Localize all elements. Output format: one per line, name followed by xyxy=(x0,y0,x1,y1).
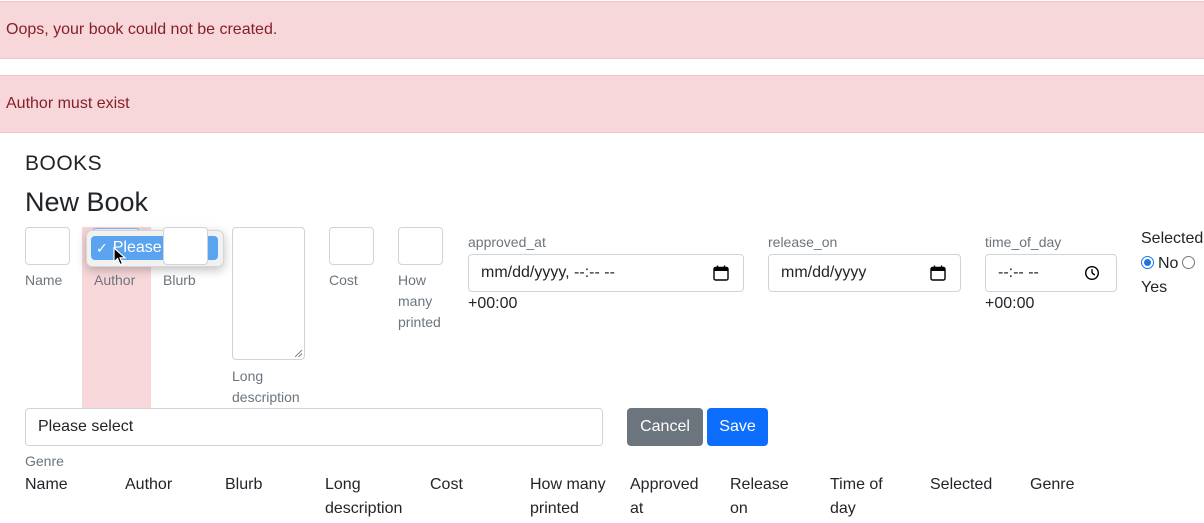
selected-yes-label: Yes xyxy=(1141,279,1168,296)
selected-yes-radio[interactable] xyxy=(1182,256,1195,269)
table-header-blurb: Blurb xyxy=(225,476,263,493)
genre-label: Genre xyxy=(25,453,64,469)
table-header-long-description: Long description xyxy=(325,476,403,517)
table-header-approved-at: Approved at xyxy=(630,476,699,517)
table-header-time-of-day: Time of day xyxy=(830,476,883,517)
selected-no-label: No xyxy=(1158,255,1179,272)
calendar-icon[interactable] xyxy=(930,265,946,281)
how-many-printed-input[interactable] xyxy=(398,227,443,265)
cost-label: Cost xyxy=(329,272,358,288)
selected-no-radio[interactable] xyxy=(1141,256,1154,269)
name-label: Name xyxy=(25,272,63,288)
time-of-day-timezone: +00:00 xyxy=(985,295,1035,312)
approved-at-input[interactable]: mm/dd/yyyy, --:-- -- xyxy=(468,254,744,292)
resize-grip-icon[interactable] xyxy=(295,350,302,357)
error-alert: Oops, your book could not be created. xyxy=(0,1,1204,59)
cancel-button[interactable]: Cancel xyxy=(627,408,703,446)
how-many-printed-label: How many printed xyxy=(398,272,441,330)
table-header-how-many-printed: How many printed xyxy=(530,476,606,517)
author-error-alert-text: Author must exist xyxy=(6,95,130,112)
clock-icon[interactable] xyxy=(1084,265,1100,281)
author-label: Author xyxy=(94,272,136,288)
release-on-input[interactable]: mm/dd/yyyy xyxy=(768,254,961,292)
save-button[interactable]: Save xyxy=(707,408,768,446)
section-title: BOOKS xyxy=(25,152,103,175)
blurb-input[interactable] xyxy=(163,227,208,265)
selected-label: Selected xyxy=(1141,230,1204,247)
approved-at-label: approved_at xyxy=(468,234,546,250)
long-description-textarea[interactable] xyxy=(232,227,305,360)
genre-select[interactable]: Please select xyxy=(25,408,603,446)
time-of-day-value: --:-- -- xyxy=(998,264,1039,281)
author-error-alert: Author must exist xyxy=(0,75,1204,133)
table-header-cost: Cost xyxy=(430,476,463,493)
mouse-pointer-icon xyxy=(113,247,127,266)
cost-input[interactable] xyxy=(329,227,374,265)
error-alert-text: Oops, your book could not be created. xyxy=(6,21,278,38)
page-title: New Book xyxy=(25,187,149,217)
table-header-author: Author xyxy=(125,476,173,493)
table-header-genre: Genre xyxy=(1030,476,1075,493)
table-header-selected: Selected xyxy=(930,476,993,493)
table-header-name: Name xyxy=(25,476,68,493)
calendar-icon[interactable] xyxy=(713,265,729,281)
release-on-value: mm/dd/yyyy xyxy=(781,264,867,281)
long-description-label: Long description xyxy=(232,368,300,405)
time-of-day-label: time_of_day xyxy=(985,234,1062,250)
release-on-label: release_on xyxy=(768,234,838,250)
table-header-release-on: Release on xyxy=(730,476,789,517)
checkmark-icon: ✓ xyxy=(96,239,108,256)
time-of-day-input[interactable]: --:-- -- xyxy=(985,254,1117,292)
name-input[interactable] xyxy=(25,227,70,265)
approved-at-value: mm/dd/yyyy, --:-- -- xyxy=(481,264,615,281)
blurb-label: Blurb xyxy=(163,272,196,288)
genre-select-value: Please select xyxy=(38,418,134,435)
approved-at-timezone: +00:00 xyxy=(468,295,518,312)
